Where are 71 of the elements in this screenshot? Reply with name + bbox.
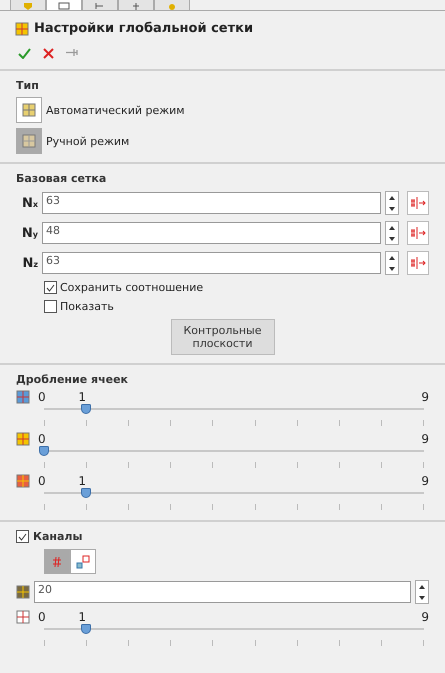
slider-max-label: 9 xyxy=(421,432,429,446)
spin-button[interactable] xyxy=(415,580,429,604)
up-arrow-icon xyxy=(389,196,395,200)
grid-icon xyxy=(16,585,30,599)
down-arrow-icon xyxy=(389,206,395,210)
checkbox[interactable] xyxy=(44,300,57,313)
checkmark-icon[interactable] xyxy=(18,48,31,59)
mode-button[interactable] xyxy=(16,128,42,154)
split-icon xyxy=(410,197,426,209)
mode-button[interactable] xyxy=(70,549,96,574)
up-arrow-icon xyxy=(389,226,395,230)
spin-button[interactable] xyxy=(385,251,399,275)
split-button[interactable] xyxy=(407,191,429,215)
slider-value-label: 1 xyxy=(78,390,86,404)
mode-label: Ручной режим xyxy=(46,134,130,148)
grid-icon xyxy=(22,103,36,117)
hash-icon xyxy=(53,556,61,566)
close-icon[interactable] xyxy=(43,48,54,59)
down-arrow-icon xyxy=(389,266,395,270)
shield-icon xyxy=(21,2,35,10)
slider-min-label: 0 xyxy=(38,432,46,446)
section-heading: Каналы xyxy=(33,530,82,543)
input-field[interactable]: 63 xyxy=(42,192,381,214)
control-planes-button[interactable]: Контрольные плоскости xyxy=(170,319,274,355)
section-heading: Базовая сетка xyxy=(16,172,108,185)
grid-icon xyxy=(16,432,30,446)
checkbox-label: Показать xyxy=(60,300,114,313)
tab[interactable] xyxy=(118,0,154,11)
input-field[interactable]: 20 xyxy=(34,581,411,603)
split-icon xyxy=(410,257,426,269)
checkbox[interactable] xyxy=(44,281,57,294)
slider-thumb[interactable] xyxy=(81,624,92,634)
tab[interactable] xyxy=(46,0,82,11)
list-icon xyxy=(57,2,71,10)
slider-min-label: 0 xyxy=(38,610,46,624)
slider-max-label: 9 xyxy=(421,474,429,488)
panel-title: Настройки глобальной сетки xyxy=(34,21,254,36)
section-heading: Тип xyxy=(16,79,40,92)
slider-value-label: 1 xyxy=(78,474,86,488)
grid-icon xyxy=(16,390,30,404)
checkbox-label: Сохранить соотношение xyxy=(60,281,204,294)
grid-icon xyxy=(15,22,29,36)
grid-icon xyxy=(16,474,30,488)
section-heading: Дробление ячеек xyxy=(16,373,130,386)
up-arrow-icon xyxy=(389,256,395,260)
slider-max-label: 9 xyxy=(421,390,429,404)
mode-button[interactable] xyxy=(16,97,42,123)
grid-icon xyxy=(16,610,30,624)
slider-thumb[interactable] xyxy=(81,404,92,414)
slider-thumb[interactable] xyxy=(81,488,92,498)
down-arrow-icon xyxy=(419,596,425,600)
cells-icon xyxy=(76,554,90,568)
spin-button[interactable] xyxy=(385,191,399,215)
slider-min-label: 0 xyxy=(38,474,46,488)
input-field[interactable]: 63 xyxy=(42,252,381,274)
up-arrow-icon xyxy=(419,584,425,588)
slider-max-label: 9 xyxy=(421,610,429,624)
pin-icon[interactable] xyxy=(66,48,78,57)
slider-thumb[interactable] xyxy=(39,446,49,456)
tab[interactable] xyxy=(82,0,118,11)
input-field[interactable]: 48 xyxy=(42,222,381,244)
split-icon xyxy=(410,227,426,239)
down-arrow-icon xyxy=(389,236,395,240)
mode-label: Автоматический режим xyxy=(46,104,185,116)
split-button[interactable] xyxy=(407,251,429,275)
slider-value-label: 1 xyxy=(78,610,86,624)
grid-icon xyxy=(22,134,36,148)
checkbox[interactable] xyxy=(16,530,29,543)
slider-min-label: 0 xyxy=(38,390,46,404)
split-button[interactable] xyxy=(407,221,429,245)
spin-button[interactable] xyxy=(385,221,399,245)
